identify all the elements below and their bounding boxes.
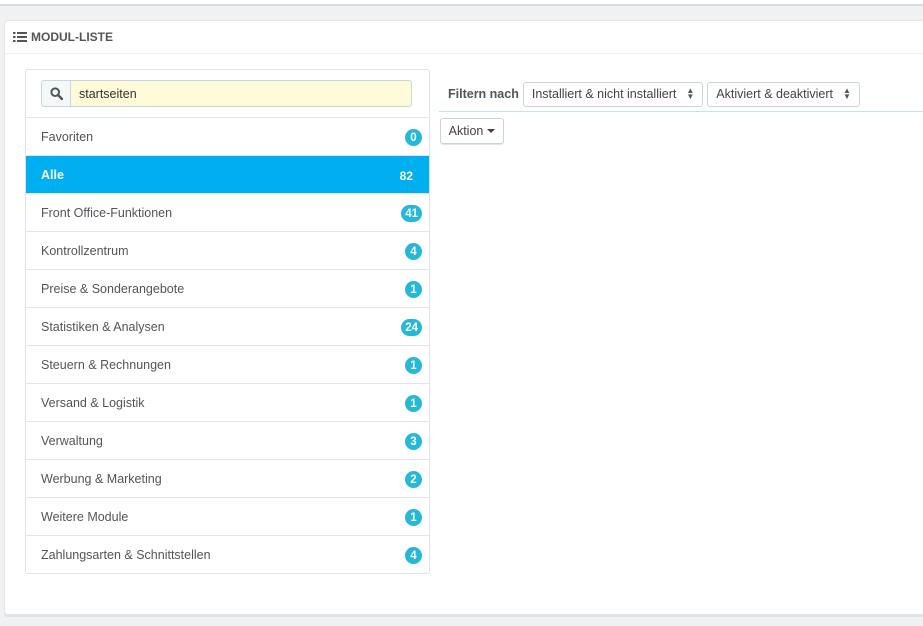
- category-count-badge: 4: [405, 243, 422, 260]
- action-dropdown-button[interactable]: Aktion: [440, 118, 504, 144]
- category-count-badge: 1: [405, 357, 422, 374]
- category-label: Weitere Module: [41, 509, 129, 524]
- category-sidebar: Favoriten 0 Alle 82 Front Office-Funktionen 4…: [25, 69, 430, 574]
- caret-down-icon: [487, 129, 496, 133]
- module-list-panel: MODUL-LISTE Favoriten 0 Alle 82 Front Office…: [4, 20, 923, 615]
- top-panel-edge: [0, 0, 923, 6]
- category-count-badge: 24: [401, 319, 422, 336]
- select-arrows-icon: ▲ ▼: [843, 86, 851, 101]
- category-label: Kontrollzentrum: [41, 243, 129, 258]
- category-label: Statistiken & Analysen: [41, 319, 165, 334]
- category-count-badge: 1: [405, 395, 422, 412]
- panel-heading: MODUL-LISTE: [5, 21, 923, 54]
- category-label: Versand & Logistik: [41, 395, 145, 410]
- list-icon: [13, 32, 27, 42]
- category-label: Zahlungsarten & Schnittstellen: [41, 548, 211, 562]
- install-filter-select[interactable]: Installiert & nicht installiert ▲ ▼: [522, 81, 704, 107]
- search-row: [26, 70, 429, 118]
- status-filter-select[interactable]: Aktiviert & deaktiviert ▲ ▼: [707, 81, 860, 107]
- category-label: Alle: [41, 167, 64, 182]
- category-item[interactable]: Zahlungsarten & Schnittstellen 4: [26, 536, 429, 574]
- category-item[interactable]: Versand & Logistik 1: [26, 384, 429, 422]
- category-label: Front Office-Funktionen: [41, 205, 173, 220]
- category-item[interactable]: Statistiken & Analysen 24: [26, 308, 429, 346]
- filter-label: Filtern nach: [448, 87, 519, 101]
- category-count-badge: 82: [399, 168, 413, 183]
- category-count-badge: 4: [405, 547, 422, 564]
- category-item[interactable]: Kontrollzentrum 4: [26, 232, 429, 270]
- category-item[interactable]: Preise & Sonderangebote 1: [26, 270, 429, 308]
- category-label: Verwaltung: [41, 433, 103, 448]
- search-icon: [49, 87, 63, 100]
- panel-title: MODUL-LISTE: [31, 30, 113, 44]
- select-arrows-icon: ▲ ▼: [686, 86, 695, 101]
- category-item[interactable]: Front Office-Funktionen 41: [26, 194, 429, 232]
- filter-bar: Filtern nach Installiert & nicht install…: [439, 77, 923, 112]
- category-list: Favoriten 0 Alle 82 Front Office-Funktionen 4…: [26, 118, 429, 574]
- category-item[interactable]: Steuern & Rechnungen 1: [26, 346, 429, 384]
- category-count-badge: 1: [405, 281, 422, 298]
- category-label: Favoriten: [41, 129, 94, 144]
- category-item[interactable]: Weitere Module 1: [26, 498, 429, 536]
- category-item[interactable]: Alle 82: [26, 156, 429, 194]
- category-count-badge: 3: [405, 433, 422, 450]
- search-addon: [41, 80, 70, 107]
- install-filter-value: Installiert & nicht installiert: [531, 87, 677, 101]
- category-count-badge: 2: [405, 471, 422, 488]
- category-count-badge: 0: [405, 129, 422, 146]
- category-item[interactable]: Verwaltung 3: [26, 422, 429, 460]
- category-label: Steuern & Rechnungen: [41, 357, 171, 372]
- category-count-badge: 1: [405, 509, 422, 526]
- category-label: Preise & Sonderangebote: [41, 281, 185, 296]
- category-item[interactable]: Werbung & Marketing 2: [26, 460, 429, 498]
- search-group: [41, 80, 412, 107]
- action-label: Aktion: [448, 124, 484, 138]
- category-label: Werbung & Marketing: [41, 471, 162, 486]
- category-count-badge: 41: [401, 205, 422, 222]
- status-filter-value: Aktiviert & deaktiviert: [716, 87, 833, 101]
- category-item[interactable]: Favoriten 0: [26, 118, 429, 156]
- search-input[interactable]: [70, 80, 412, 107]
